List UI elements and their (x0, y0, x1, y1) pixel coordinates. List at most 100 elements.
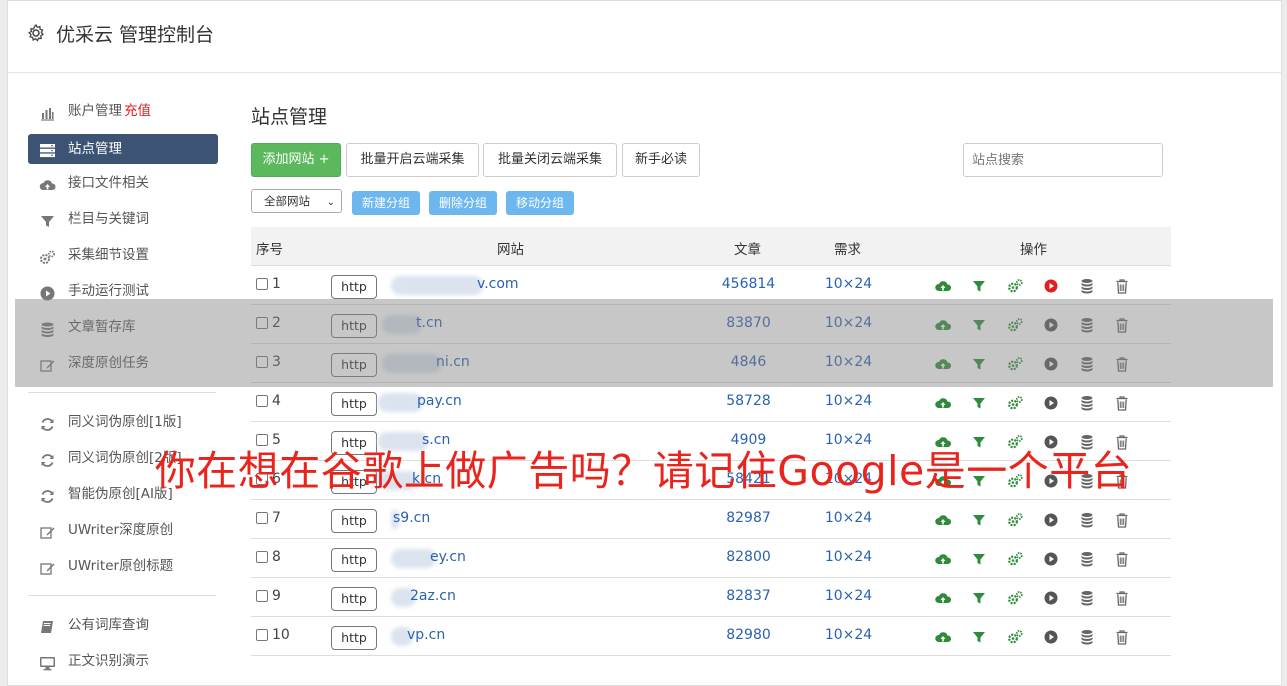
cogs-icon[interactable] (1006, 589, 1024, 607)
filter-icon[interactable] (970, 394, 988, 412)
bar-chart-icon (39, 103, 56, 121)
redacted-domain (391, 276, 483, 295)
filter-icon[interactable] (970, 511, 988, 529)
sidebar-item-label: 同义词伪原创[1版] (68, 414, 182, 430)
protocol-select[interactable]: http (331, 275, 377, 299)
demand-value[interactable]: 10×24 (811, 549, 886, 565)
gear-icon[interactable] (26, 23, 46, 43)
cogs-icon[interactable] (1006, 277, 1024, 295)
trash-icon[interactable] (1113, 550, 1131, 568)
row-checkbox[interactable] (256, 551, 268, 563)
edit-icon (39, 522, 56, 539)
demand-value[interactable]: 10×24 (811, 588, 886, 604)
row-checkbox[interactable] (256, 278, 268, 290)
sidebar: 账户管理 充值 站点管理 接口文件相关 栏目与关键词 采集细节设置 手动运行测试 文章暂存库深… (28, 96, 218, 682)
trash-icon[interactable] (1113, 589, 1131, 607)
site-link[interactable]: s9.cn (393, 510, 430, 526)
add-site-button[interactable]: 添加网站 + (251, 143, 341, 177)
article-count[interactable]: 58728 (701, 393, 796, 409)
filter-icon[interactable] (970, 628, 988, 646)
site-link[interactable]: ey.cn (430, 549, 466, 565)
play-circle-icon[interactable] (1042, 589, 1060, 607)
app-title: 优采云 管理控制台 (56, 24, 215, 46)
play-circle-icon[interactable] (1042, 511, 1060, 529)
demand-value[interactable]: 10×24 (811, 276, 886, 292)
sidebar-divider (28, 392, 216, 393)
sidebar-g3-item-0[interactable]: 公有词库查询 (28, 610, 218, 646)
play-circle-icon[interactable] (1042, 277, 1060, 295)
cogs-icon[interactable] (1006, 550, 1024, 568)
group-select-value: 全部网站 (264, 194, 310, 208)
trash-icon[interactable] (1113, 394, 1131, 412)
play-circle-icon[interactable] (1042, 628, 1060, 646)
sidebar-g1-item-2[interactable]: 接口文件相关 (28, 168, 218, 204)
sidebar-g1-item-3[interactable]: 栏目与关键词 (28, 204, 218, 240)
cogs-icon[interactable] (1006, 394, 1024, 412)
protocol-select[interactable]: http (331, 509, 377, 533)
group-select[interactable]: 全部网站 ⌄ (251, 189, 342, 213)
demand-value[interactable]: 10×24 (811, 627, 886, 643)
site-search-input[interactable] (963, 143, 1163, 177)
protocol-select[interactable]: http (331, 392, 377, 416)
demand-value[interactable]: 10×24 (811, 510, 886, 526)
protocol-select[interactable]: http (331, 626, 377, 650)
newbie-guide-button[interactable]: 新手必读 (622, 143, 700, 177)
sidebar-divider (28, 595, 216, 596)
trash-icon[interactable] (1113, 277, 1131, 295)
filter-icon (39, 211, 56, 228)
database-icon[interactable] (1078, 394, 1096, 412)
sidebar-g1-item-1[interactable]: 站点管理 (28, 134, 218, 164)
delete-group-button[interactable]: 删除分组 (429, 191, 497, 215)
filter-icon[interactable] (970, 589, 988, 607)
row-checkbox[interactable] (256, 512, 268, 524)
trash-icon[interactable] (1113, 511, 1131, 529)
trash-icon[interactable] (1113, 628, 1131, 646)
cloud-upload-icon[interactable] (934, 277, 952, 295)
filter-icon[interactable] (970, 277, 988, 295)
article-count[interactable]: 456814 (701, 276, 796, 292)
database-icon[interactable] (1078, 511, 1096, 529)
article-count[interactable]: 82800 (701, 549, 796, 565)
article-count[interactable]: 82987 (701, 510, 796, 526)
sidebar-g2-item-3[interactable]: UWriter深度原创 (28, 515, 218, 551)
database-icon[interactable] (1078, 628, 1096, 646)
sidebar-item-label: 接口文件相关 (68, 175, 149, 191)
batch-open-cloud-button[interactable]: 批量开启云端采集 (346, 143, 479, 177)
row-checkbox[interactable] (256, 590, 268, 602)
article-count[interactable]: 82980 (701, 627, 796, 643)
site-link[interactable]: v.com (477, 276, 519, 292)
cloud-upload-icon[interactable] (934, 511, 952, 529)
batch-close-cloud-button[interactable]: 批量关闭云端采集 (483, 143, 617, 177)
site-link[interactable]: vp.cn (407, 627, 445, 643)
play-circle-icon[interactable] (1042, 550, 1060, 568)
cogs-icon[interactable] (1006, 511, 1024, 529)
protocol-select[interactable]: http (331, 587, 377, 611)
row-checkbox[interactable] (256, 629, 268, 641)
sidebar-g2-item-4[interactable]: UWriter原创标题 (28, 551, 218, 587)
cloud-upload-icon[interactable] (934, 628, 952, 646)
row-checkbox[interactable] (256, 395, 268, 407)
site-link[interactable]: 2az.cn (410, 588, 456, 604)
table-row: 7 http s9.cn 82987 10×24 (251, 500, 1171, 539)
header-demand: 需求 (834, 242, 861, 258)
filter-icon[interactable] (970, 550, 988, 568)
database-icon[interactable] (1078, 277, 1096, 295)
sidebar-g1-item-0[interactable]: 账户管理 充值 (28, 96, 218, 132)
cloud-upload-icon[interactable] (934, 589, 952, 607)
protocol-select[interactable]: http (331, 548, 377, 572)
cloud-upload-icon[interactable] (934, 394, 952, 412)
recharge-link[interactable]: 充值 (124, 103, 151, 119)
site-link[interactable]: pay.cn (417, 393, 462, 409)
article-count[interactable]: 82837 (701, 588, 796, 604)
row-index: 7 (272, 510, 281, 526)
cogs-icon[interactable] (1006, 628, 1024, 646)
play-circle-icon[interactable] (1042, 394, 1060, 412)
database-icon[interactable] (1078, 550, 1096, 568)
move-group-button[interactable]: 移动分组 (506, 191, 574, 215)
sidebar-g3-item-1[interactable]: 正文识别演示 (28, 646, 218, 682)
demand-value[interactable]: 10×24 (811, 393, 886, 409)
database-icon[interactable] (1078, 589, 1096, 607)
sidebar-g1-item-4[interactable]: 采集细节设置 (28, 240, 218, 276)
new-group-button[interactable]: 新建分组 (352, 191, 420, 215)
cloud-upload-icon[interactable] (934, 550, 952, 568)
